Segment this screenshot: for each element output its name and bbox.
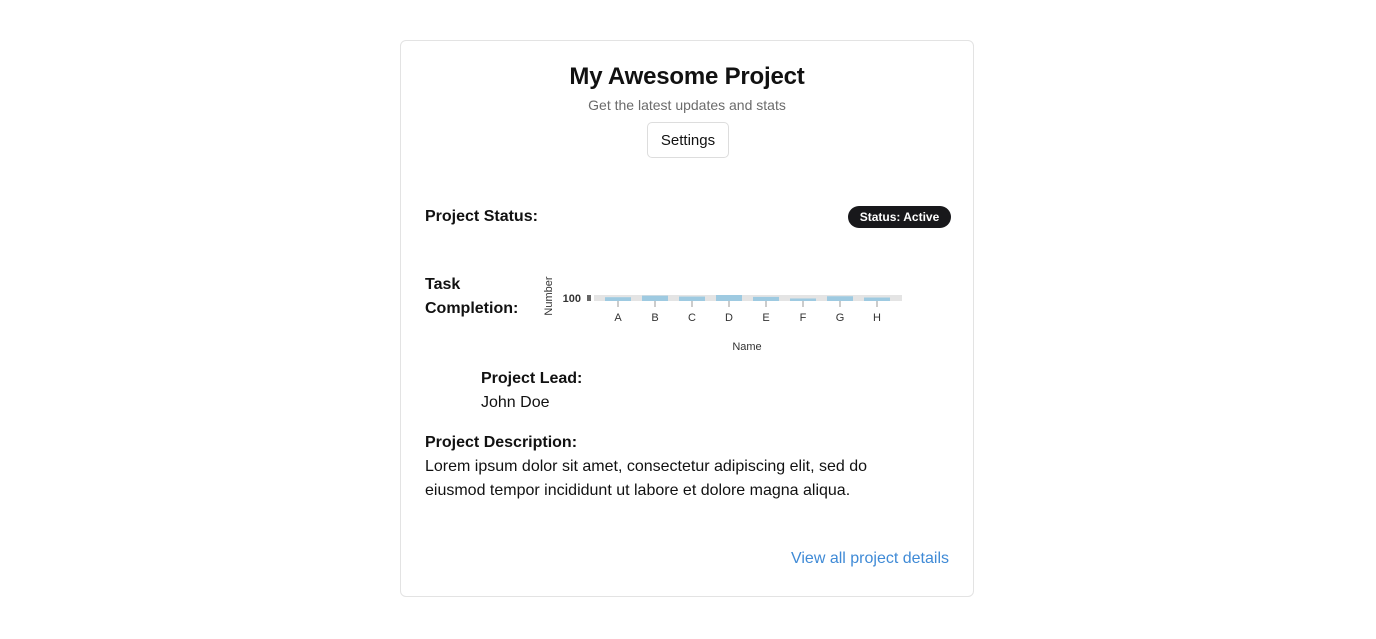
settings-button[interactable]: Settings xyxy=(647,122,729,158)
x-tick-label-g: G xyxy=(836,312,845,324)
project-description-text: Lorem ipsum dolor sit amet, consectetur … xyxy=(425,458,867,499)
bar-c xyxy=(679,296,705,301)
y-axis-label: Number xyxy=(543,276,555,315)
bar-g xyxy=(827,296,853,301)
project-lead-label: Project Lead: xyxy=(481,370,583,387)
bar-h xyxy=(864,297,890,301)
chart-svg: Number 100 A B C D E F G H Name xyxy=(543,276,902,353)
x-ticks-group: A B C D E F G H xyxy=(614,301,881,324)
project-lead-name: John Doe xyxy=(481,394,550,411)
y-tick-mark xyxy=(587,295,591,301)
bar-a xyxy=(605,297,631,301)
task-completion-label-line1: Task xyxy=(425,276,461,293)
view-all-details-link[interactable]: View all project details xyxy=(791,550,949,568)
bar-d xyxy=(716,295,742,301)
y-tick-label: 100 xyxy=(563,293,581,305)
bar-f xyxy=(790,298,816,301)
project-card: My Awesome Project Get the latest update… xyxy=(400,40,974,597)
task-completion-chart: Number 100 A B C D E F G H Name xyxy=(536,267,916,357)
x-tick-label-f: F xyxy=(800,312,807,324)
x-axis-label: Name xyxy=(732,341,761,353)
page-subtitle: Get the latest updates and stats xyxy=(588,97,786,113)
status-badge: Status: Active xyxy=(848,206,951,228)
chart-plot-band xyxy=(594,295,902,301)
project-description-label: Project Description: xyxy=(425,434,578,451)
x-tick-label-h: H xyxy=(873,312,881,324)
x-tick-label-e: E xyxy=(762,312,769,324)
x-tick-label-b: B xyxy=(651,312,658,324)
x-tick-label-d: D xyxy=(725,312,733,324)
x-tick-label-c: C xyxy=(688,312,696,324)
x-tick-label-a: A xyxy=(614,312,622,324)
page-title: My Awesome Project xyxy=(569,63,805,90)
bar-b xyxy=(642,295,668,301)
task-completion-label-line2: Completion: xyxy=(425,300,519,317)
bar-e xyxy=(753,296,779,301)
project-status-label: Project Status: xyxy=(425,208,538,225)
